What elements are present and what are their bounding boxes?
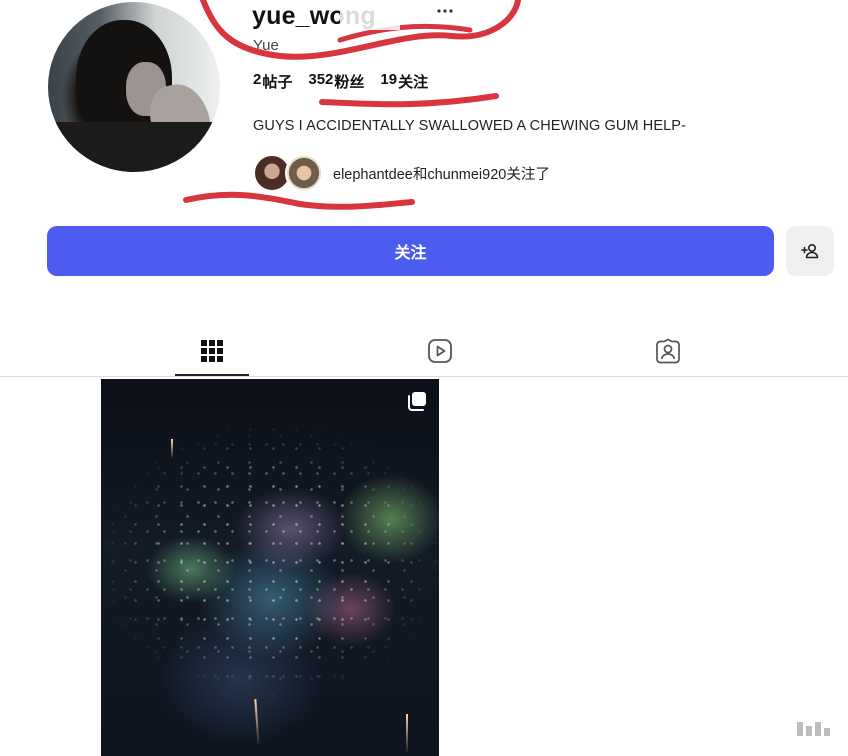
posts-count-label: 帖子 bbox=[262, 74, 293, 91]
posts-count[interactable]: 2 帖子 bbox=[253, 71, 292, 92]
reels-icon bbox=[428, 339, 452, 363]
profile-username: yue_wong bbox=[252, 2, 376, 30]
following-count[interactable]: 19 关注 bbox=[380, 71, 428, 92]
following-count-value: 19 bbox=[380, 71, 398, 88]
tab-reels[interactable] bbox=[425, 336, 455, 366]
suggest-user-button[interactable] bbox=[786, 226, 834, 276]
fireworks-sparkles bbox=[101, 379, 439, 756]
following-count-label: 关注 bbox=[398, 74, 429, 91]
followers-count-value: 352 bbox=[308, 71, 334, 88]
multiple-posts-icon bbox=[408, 392, 426, 411]
tagged-user-icon bbox=[656, 338, 680, 364]
followers-count[interactable]: 352 粉丝 bbox=[308, 71, 364, 92]
tab-tagged[interactable] bbox=[653, 336, 683, 366]
followed-by-text: elephantdee和chunmei920关注了 bbox=[333, 166, 550, 183]
profile-avatar[interactable] bbox=[48, 2, 220, 172]
follow-button[interactable]: 关注 bbox=[47, 226, 774, 276]
tab-posts-grid[interactable] bbox=[197, 336, 227, 366]
grid-icon bbox=[201, 340, 223, 362]
followers-count-label: 粉丝 bbox=[334, 74, 365, 91]
profile-bio: GUYS I ACCIDENTALLY SWALLOWED A CHEWING … bbox=[253, 118, 687, 134]
firework-streak bbox=[406, 714, 408, 754]
avatar-shirt bbox=[48, 122, 220, 172]
post-thumbnail-fireworks[interactable] bbox=[101, 379, 439, 756]
followed-by-row[interactable]: elephantdee和chunmei920关注了 bbox=[253, 154, 550, 192]
profile-display-name: Yue bbox=[253, 37, 279, 54]
profile-stats: 2 帖子 352 粉丝 19 关注 bbox=[253, 71, 428, 92]
follower-avatar bbox=[285, 154, 323, 192]
posts-count-value: 2 bbox=[253, 71, 262, 88]
add-user-icon bbox=[801, 243, 819, 259]
more-horizontal-icon[interactable] bbox=[436, 8, 454, 14]
watermark-bars bbox=[797, 722, 830, 736]
firework-streak bbox=[171, 439, 173, 459]
tabs-divider bbox=[0, 376, 848, 377]
